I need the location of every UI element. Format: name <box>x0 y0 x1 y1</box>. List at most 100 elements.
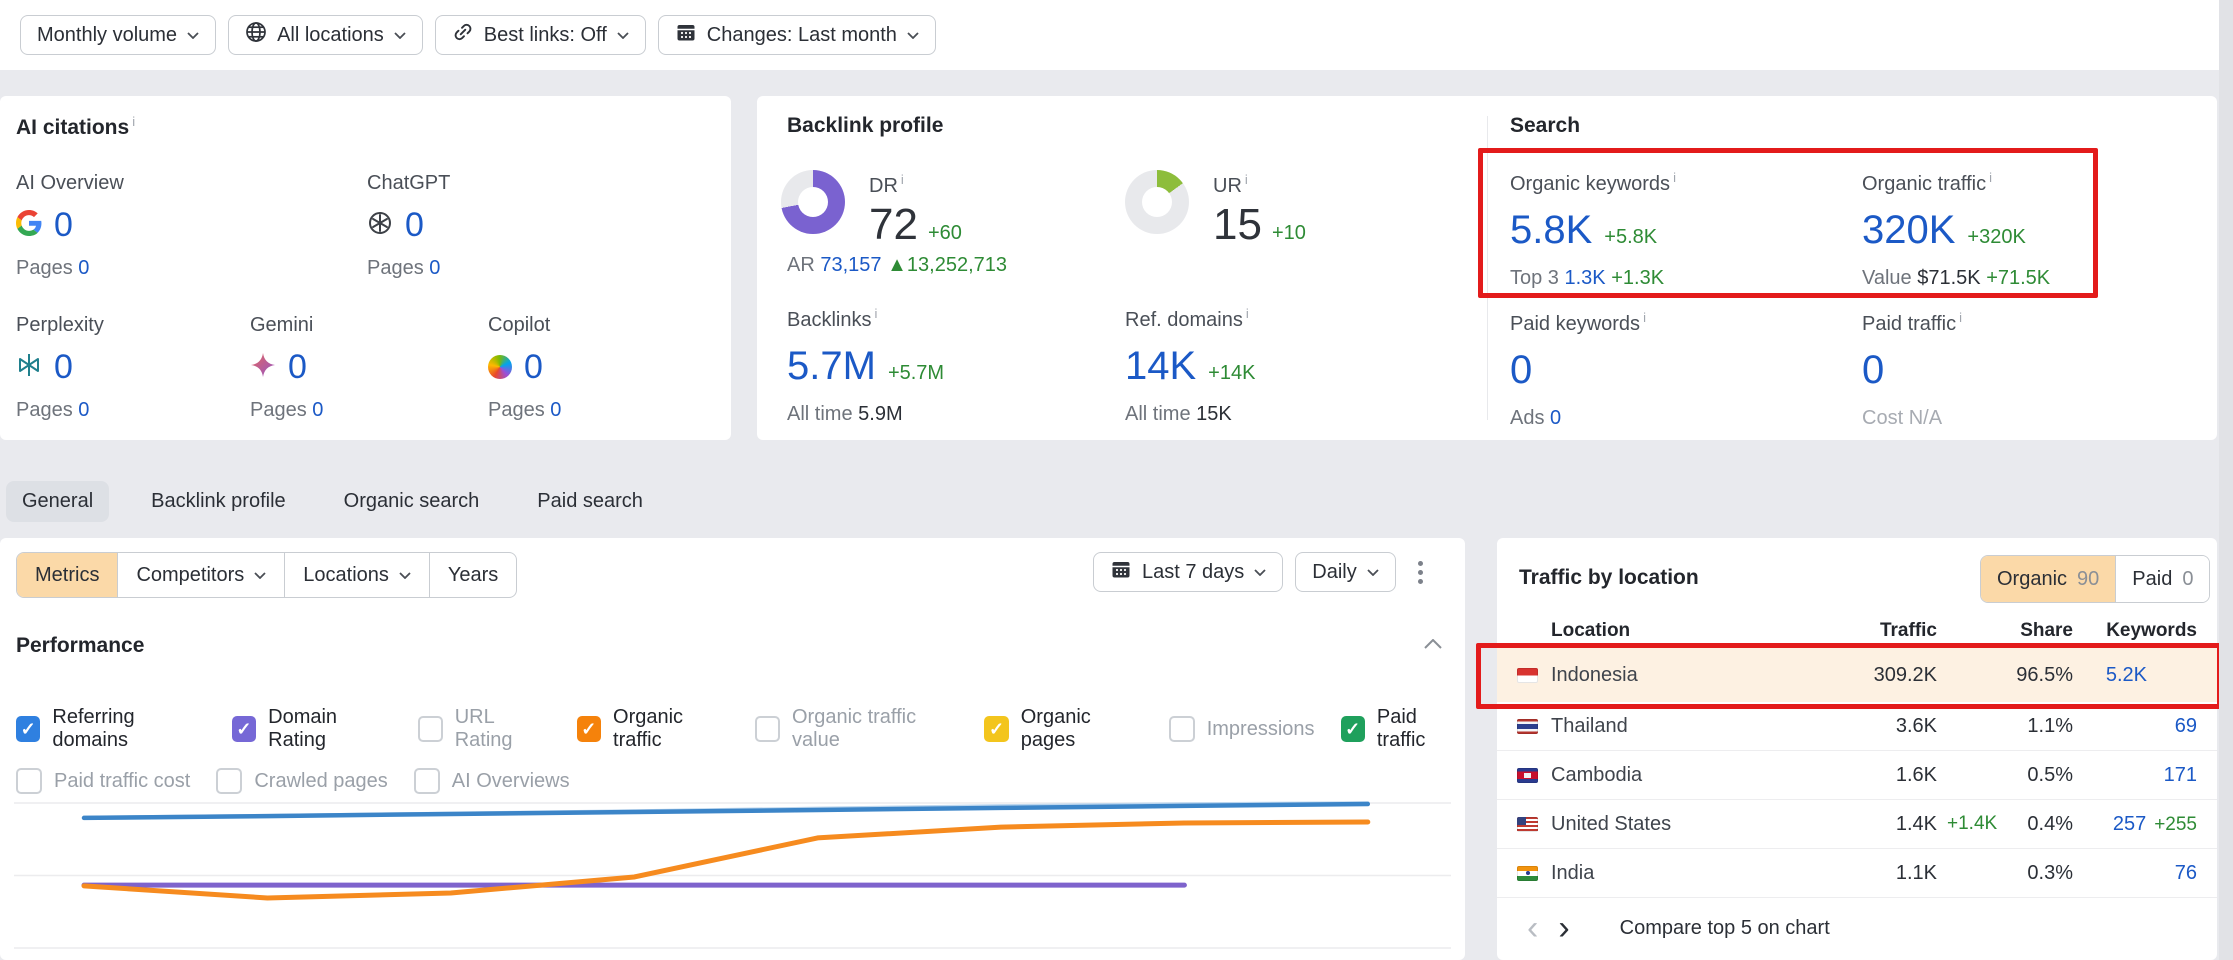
next-page-icon[interactable]: › <box>1548 910 1579 946</box>
info-icon[interactable]: i <box>1246 306 1249 321</box>
segment-competitors[interactable]: Competitors <box>117 553 284 597</box>
metric-checkbox-url-rating[interactable]: URL Rating <box>418 706 550 752</box>
dr-delta: +60 <box>928 222 962 244</box>
locations-dropdown[interactable]: All locations <box>228 15 423 55</box>
keywords-link[interactable]: 5.2K <box>2073 664 2197 687</box>
segment-metrics[interactable]: Metrics <box>17 553 117 597</box>
backlinks-value[interactable]: 5.7M <box>787 344 876 388</box>
organic-keywords-value[interactable]: 5.8K <box>1510 208 1592 252</box>
share-value: 0.5% <box>1995 764 2073 787</box>
chevron-down-icon <box>399 572 411 579</box>
dr-label: DR <box>869 175 898 197</box>
traffic-value: 1.1K <box>1827 862 1937 885</box>
monthly-volume-dropdown[interactable]: Monthly volume <box>20 15 216 55</box>
tab-general[interactable]: General <box>6 481 109 522</box>
checkbox-icon: ✓ <box>577 716 601 742</box>
best-links-label: Best links: Off <box>484 24 607 47</box>
tab-backlink-profile[interactable]: Backlink profile <box>135 481 302 522</box>
scrollbar[interactable] <box>2219 0 2233 960</box>
link-icon <box>452 21 474 49</box>
keywords-link[interactable]: 76 <box>2073 862 2197 885</box>
metric-checkbox-domain-rating[interactable]: ✓ Domain Rating <box>232 706 392 752</box>
paid-count: 0 <box>2182 568 2193 591</box>
backlinks-delta: +5.7M <box>888 362 944 384</box>
tab-paid-search[interactable]: Paid search <box>521 481 659 522</box>
engine-name: ChatGPT <box>367 172 597 195</box>
table-row-indonesia[interactable]: Indonesia 309.2K 96.5% 5.2K <box>1497 648 2217 702</box>
view-segmented-control: Metrics Competitors Locations Years <box>16 552 517 598</box>
paid-keywords-metric: Paid keywordsi 0 Ads 0 <box>1510 310 1840 430</box>
pages-count-link[interactable]: 0 <box>78 257 89 279</box>
info-icon[interactable]: i <box>132 114 135 129</box>
checkbox-icon <box>16 768 42 794</box>
keywords-link[interactable]: 171 <box>2073 764 2197 787</box>
changes-dropdown[interactable]: Changes: Last month <box>658 15 936 55</box>
organic-traffic-value[interactable]: 320K <box>1862 208 1955 252</box>
toggle-paid[interactable]: Paid 0 <box>2115 556 2209 602</box>
info-icon[interactable]: i <box>1245 172 1248 187</box>
metric-checkbox-impressions[interactable]: Impressions <box>1169 716 1315 742</box>
kebab-menu-icon[interactable] <box>1408 553 1433 592</box>
dr-donut-chart <box>781 170 845 234</box>
alltime-value: 5.9M <box>858 403 902 425</box>
metric-checkbox-paid-traffic[interactable]: ✓ Paid traffic <box>1341 706 1465 752</box>
ads-value-link[interactable]: 0 <box>1550 407 1561 429</box>
keywords-link[interactable]: 257+255 <box>2073 813 2197 836</box>
engine-value: 0 <box>54 348 73 387</box>
monthly-volume-label: Monthly volume <box>37 24 177 47</box>
info-icon[interactable]: i <box>1989 170 1992 185</box>
ur-value: 15 <box>1213 200 1262 249</box>
metric-checkbox-organic-traffic[interactable]: ✓ Organic traffic <box>577 706 730 752</box>
tab-organic-search[interactable]: Organic search <box>328 481 496 522</box>
gemini-icon <box>250 352 276 383</box>
info-icon[interactable]: i <box>1643 310 1646 325</box>
checkbox-icon: ✓ <box>984 716 1008 742</box>
pages-count-link[interactable]: 0 <box>78 399 89 421</box>
info-icon[interactable]: i <box>901 172 904 187</box>
pages-count-link[interactable]: 0 <box>429 257 440 279</box>
pages-count-link[interactable]: 0 <box>312 399 323 421</box>
metric-checkbox-organic-pages[interactable]: ✓ Organic pages <box>984 706 1142 752</box>
info-icon[interactable]: i <box>1959 310 1962 325</box>
engine-gemini: Gemini 0 Pages 0 <box>250 314 480 422</box>
engine-name: Gemini <box>250 314 480 337</box>
ar-value-link[interactable]: 73,157 <box>820 254 881 276</box>
checkbox-icon <box>414 768 440 794</box>
date-range-dropdown[interactable]: Last 7 days <box>1093 552 1283 592</box>
col-share: Share <box>1995 620 2073 642</box>
metric-checkbox-referring-domains[interactable]: ✓ Referring domains <box>16 706 206 752</box>
ur-donut-chart <box>1125 170 1189 234</box>
segment-locations[interactable]: Locations <box>284 553 429 597</box>
checkbox-icon <box>1169 716 1195 742</box>
pages-label: Pages <box>16 399 73 421</box>
info-icon[interactable]: i <box>874 306 877 321</box>
segment-years[interactable]: Years <box>429 553 516 597</box>
metric-checkbox-paid-traffic-cost[interactable]: Paid traffic cost <box>16 768 190 794</box>
toggle-organic[interactable]: Organic 90 <box>1981 556 2115 602</box>
top3-value-link[interactable]: 1.3K <box>1565 267 1606 289</box>
up-triangle-icon: ▲ <box>887 254 907 276</box>
info-icon[interactable]: i <box>1673 170 1676 185</box>
ref-domains-value[interactable]: 14K <box>1125 344 1196 388</box>
paid-keywords-value[interactable]: 0 <box>1510 348 1532 392</box>
engine-perplexity: Perplexity 0 Pages 0 <box>16 314 246 422</box>
prev-page-icon[interactable]: ‹ <box>1517 910 1548 946</box>
best-links-dropdown[interactable]: Best links: Off <box>435 15 646 55</box>
share-value: 1.1% <box>1995 715 2073 738</box>
collapse-section-icon[interactable] <box>1424 636 1442 654</box>
alltime-label: All time <box>1125 403 1191 425</box>
granularity-dropdown[interactable]: Daily <box>1295 552 1395 592</box>
ref-domains-metric: Ref. domainsi 14K+14K All time 15K <box>1125 306 1455 426</box>
locations-label: All locations <box>277 24 384 47</box>
metric-checkbox-crawled-pages[interactable]: Crawled pages <box>216 768 387 794</box>
keywords-link[interactable]: 69 <box>2073 715 2197 738</box>
table-row-united-states[interactable]: United States 1.4K +1.4K 0.4% 257+255 <box>1497 800 2217 849</box>
table-row-cambodia[interactable]: Cambodia 1.6K 0.5% 171 <box>1497 751 2217 800</box>
pages-count-link[interactable]: 0 <box>550 399 561 421</box>
table-row-thailand[interactable]: Thailand 3.6K 1.1% 69 <box>1497 702 2217 751</box>
table-row-india[interactable]: India 1.1K 0.3% 76 <box>1497 849 2217 898</box>
paid-traffic-value[interactable]: 0 <box>1862 348 1884 392</box>
engine-value: 0 <box>288 348 307 387</box>
metric-checkbox-ai-overviews[interactable]: AI Overviews <box>414 768 570 794</box>
metric-checkbox-organic-traffic-value[interactable]: Organic traffic value <box>755 706 958 752</box>
